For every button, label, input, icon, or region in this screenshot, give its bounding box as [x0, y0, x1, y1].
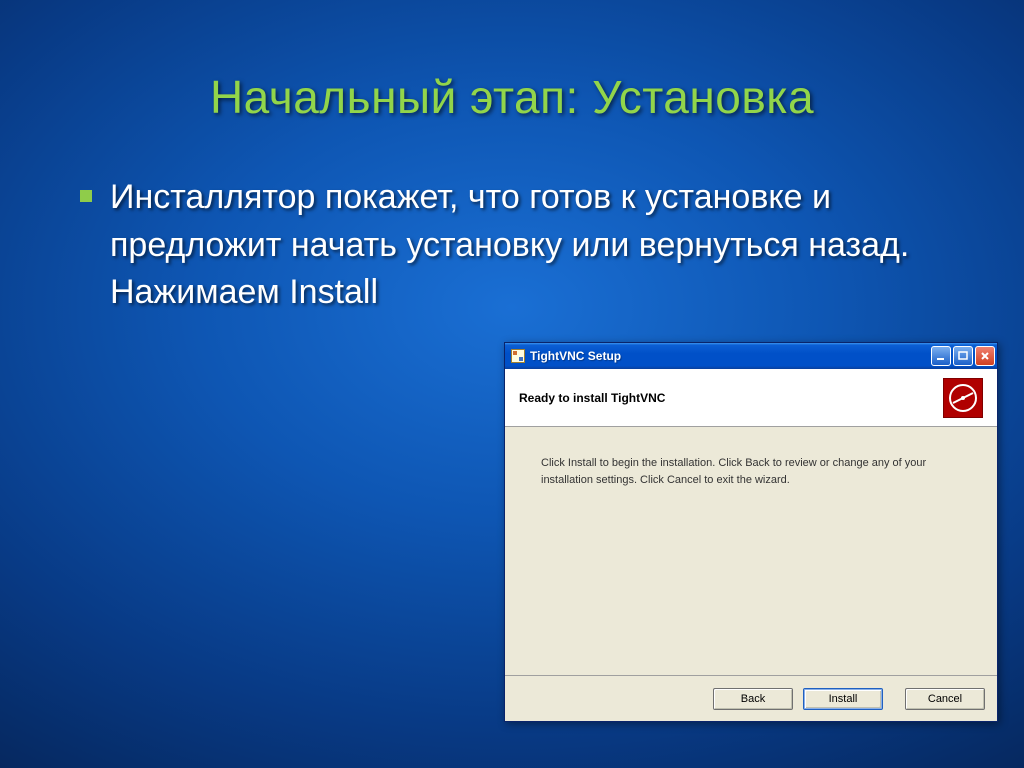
wizard-body-text: Click Install to begin the installation.…: [541, 455, 961, 488]
presentation-slide: Начальный этап: Установка Инсталлятор по…: [0, 0, 1024, 768]
maximize-button[interactable]: [953, 346, 973, 366]
bullet-item: Инсталлятор покажет, что готов к установ…: [80, 174, 944, 317]
close-button[interactable]: [975, 346, 995, 366]
installer-app-icon: [511, 349, 525, 363]
install-button[interactable]: Install: [803, 688, 883, 710]
bullet-text: Инсталлятор покажет, что готов к установ…: [110, 174, 944, 317]
wizard-heading: Ready to install TightVNC: [519, 391, 665, 405]
bullet-marker-icon: [80, 190, 92, 202]
cancel-button[interactable]: Cancel: [905, 688, 985, 710]
minimize-button[interactable]: [931, 346, 951, 366]
slide-title: Начальный этап: Установка: [0, 0, 1024, 124]
back-button[interactable]: Back: [713, 688, 793, 710]
maximize-icon: [958, 351, 968, 361]
close-icon: [980, 351, 990, 361]
window-titlebar[interactable]: TightVNC Setup: [505, 343, 997, 369]
window-title: TightVNC Setup: [530, 349, 926, 363]
minimize-icon: [936, 351, 946, 361]
slide-body: Инсталлятор покажет, что готов к установ…: [0, 124, 1024, 317]
wizard-footer: Back Install Cancel: [505, 675, 997, 721]
wizard-header: Ready to install TightVNC: [505, 369, 997, 427]
wizard-body: Click Install to begin the installation.…: [505, 427, 997, 675]
tightvnc-logo-icon: [943, 378, 983, 418]
installer-window: TightVNC Setup Ready to install TightVNC: [504, 342, 998, 722]
titlebar-buttons: [931, 346, 995, 366]
